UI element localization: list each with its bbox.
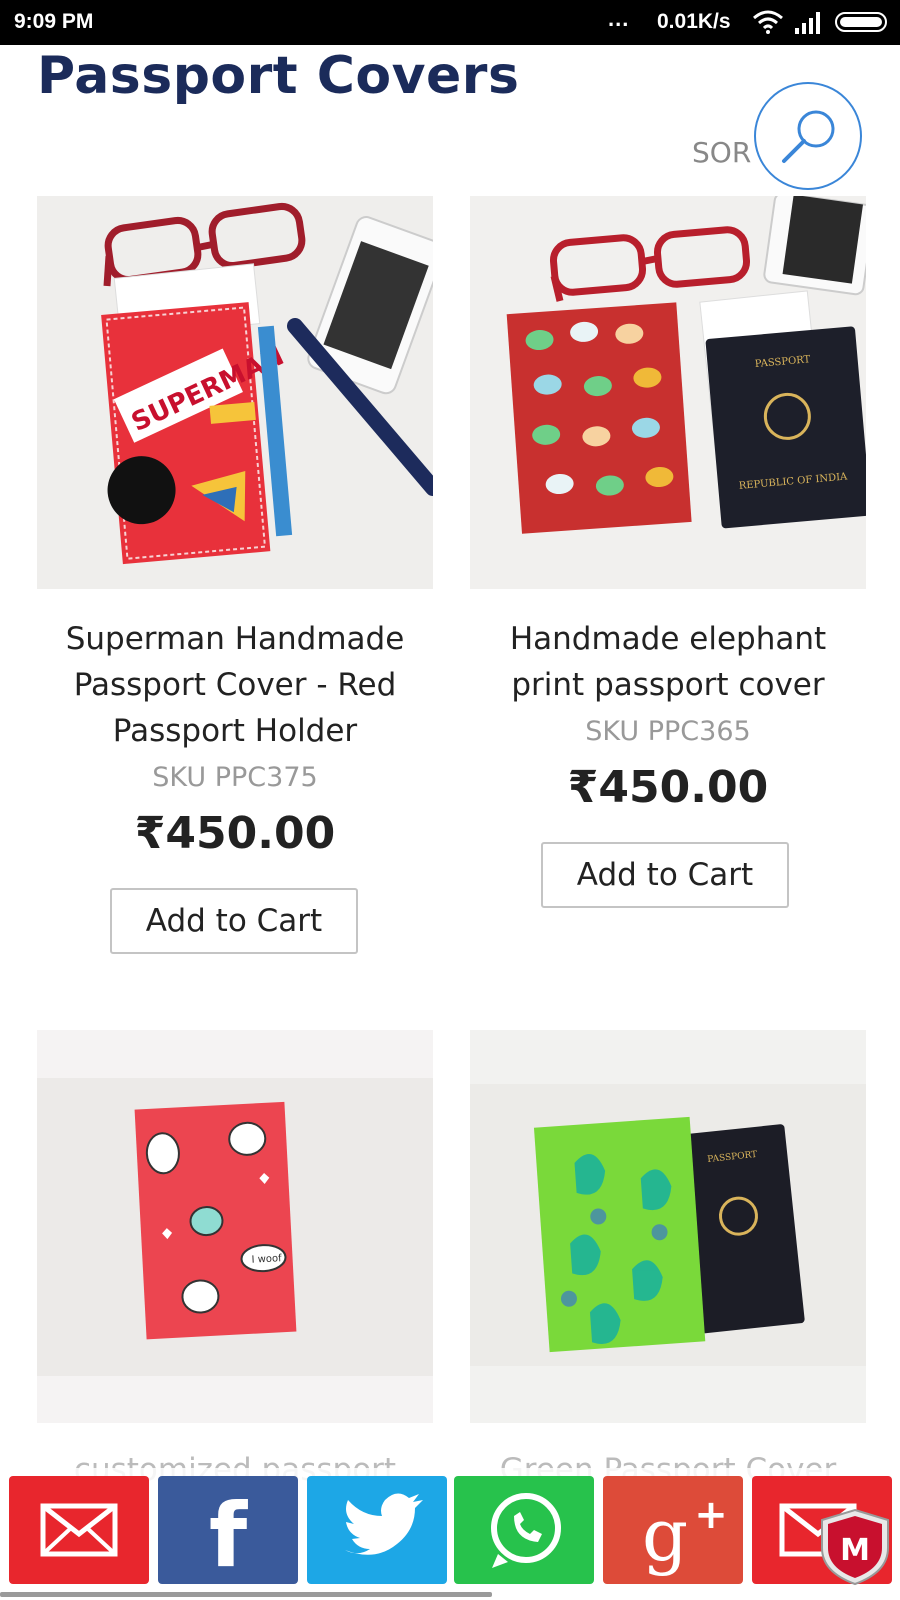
search-button[interactable] — [754, 82, 862, 190]
mcafee-shield-icon[interactable]: M — [818, 1508, 892, 1590]
share-bar: f g + — [0, 1468, 900, 1600]
product-price: ₹450.00 — [134, 808, 336, 859]
product-sku: SKU PPC365 — [585, 716, 751, 747]
status-overflow-dots: ... — [608, 6, 630, 31]
product-image[interactable]: SUPERMAN — [37, 196, 433, 589]
email-icon — [40, 1503, 118, 1557]
google-plus-icon: g + — [642, 1492, 728, 1577]
scroll-indicator — [0, 1592, 492, 1597]
product-image[interactable]: I woof — [37, 1030, 433, 1423]
product-price: ₹450.00 — [567, 762, 769, 813]
product-name[interactable]: Superman Handmade Passport Cover - Red P… — [37, 616, 433, 754]
wifi-icon — [752, 10, 784, 40]
battery-icon — [835, 12, 887, 32]
page-title: Passport Covers — [37, 46, 520, 106]
signal-icon — [793, 10, 823, 40]
product-image[interactable]: PASSPORT — [470, 1030, 866, 1423]
facebook-icon: f — [209, 1484, 249, 1584]
sort-button[interactable]: SOR — [692, 136, 751, 169]
add-to-cart-button[interactable]: Add to Cart — [541, 842, 789, 908]
add-to-cart-button[interactable]: Add to Cart — [110, 888, 358, 954]
product-name[interactable]: Handmade elephant print passport cover — [470, 616, 866, 708]
product-sku: SKU PPC375 — [152, 762, 318, 793]
svg-text:M: M — [840, 1533, 870, 1568]
email-share-button[interactable] — [9, 1476, 149, 1584]
svg-text:+: + — [694, 1492, 728, 1538]
status-bar: 9:09 PM ... 0.01K/s — [0, 0, 900, 45]
svg-text:I woof: I woof — [251, 1253, 282, 1266]
search-icon — [782, 110, 835, 163]
whatsapp-share-button[interactable] — [454, 1476, 594, 1584]
whatsapp-icon — [491, 1493, 561, 1568]
svg-text:g: g — [642, 1493, 688, 1577]
twitter-share-button[interactable] — [307, 1476, 447, 1584]
svg-text:f: f — [209, 1484, 249, 1584]
facebook-share-button[interactable]: f — [158, 1476, 298, 1584]
product-image[interactable]: PASSPORT REPUBLIC OF INDIA — [470, 196, 866, 589]
google-plus-share-button[interactable]: g + — [603, 1476, 743, 1584]
status-time: 9:09 PM — [14, 10, 94, 33]
network-speed: 0.01K/s — [657, 10, 731, 33]
twitter-icon — [345, 1493, 423, 1555]
